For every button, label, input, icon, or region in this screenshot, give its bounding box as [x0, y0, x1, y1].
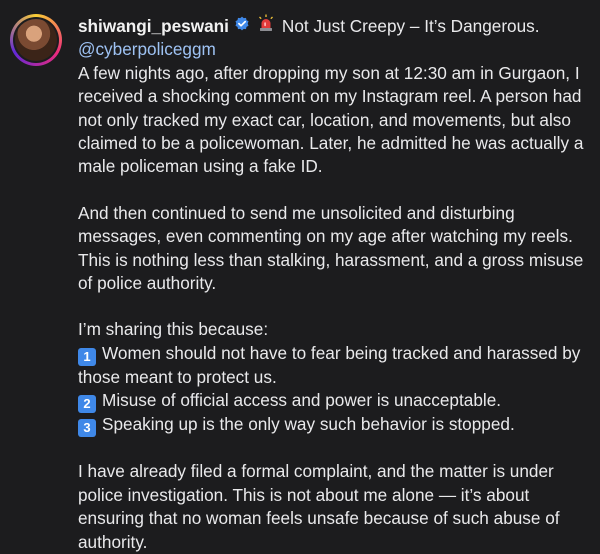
- keycap-two-icon: 2: [78, 395, 96, 414]
- paragraph: And then continued to send me unsolicite…: [78, 202, 584, 294]
- list-item-text: Women should not have to fear being trac…: [78, 342, 581, 387]
- post-content: shiwangi_peswani Not Just Creepy – It’s …: [78, 14, 593, 554]
- mention-link[interactable]: @cyberpoliceggm: [78, 38, 593, 61]
- avatar-ring: [13, 17, 59, 63]
- post-title: Not Just Creepy – It’s Dangerous.: [281, 15, 540, 36]
- verified-badge-icon: [234, 15, 250, 38]
- paragraph: I have already filed a formal complaint,…: [78, 461, 560, 552]
- post-header: shiwangi_peswani Not Just Creepy – It’s …: [78, 14, 593, 38]
- keycap-three-icon: 3: [78, 419, 96, 438]
- avatar-photo: [15, 19, 57, 61]
- username-link[interactable]: shiwangi_peswani: [78, 15, 229, 38]
- post-card: shiwangi_peswani Not Just Creepy – It’s …: [0, 0, 600, 552]
- list-item: 3 Speaking up is the only way such behavi…: [78, 413, 593, 438]
- list-item-text: Speaking up is the only way such behavio…: [102, 414, 515, 435]
- list-item: 2 Misuse of official access and power is …: [78, 389, 593, 414]
- keycap-one-icon: 1: [78, 347, 96, 366]
- paragraph: A few nights ago, after dropping my son …: [78, 62, 584, 177]
- list-item: 1 Women should not have to fear being tra…: [78, 342, 593, 389]
- avatar[interactable]: [10, 14, 62, 66]
- list-item-text: Misuse of official access and power is u…: [102, 390, 502, 411]
- paragraph: I’m sharing this because:: [78, 319, 269, 340]
- police-siren-icon: [257, 14, 275, 38]
